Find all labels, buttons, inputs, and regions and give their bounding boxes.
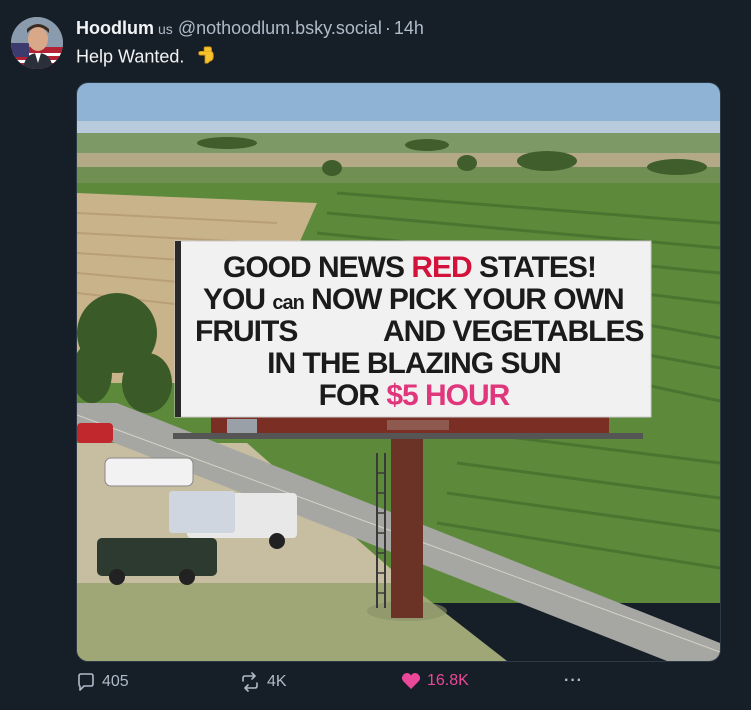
author-display-name[interactable]: Hoodlum <box>76 18 154 38</box>
post-text-content: Help Wanted. <box>76 46 185 67</box>
author-country-badge: us <box>158 21 173 37</box>
post-actions: 405 4K 16.8K ··· <box>76 672 676 698</box>
billboard-red-word: RED <box>411 251 472 284</box>
heart-icon <box>401 673 421 689</box>
reply-button[interactable]: 405 <box>76 672 129 692</box>
reply-count: 405 <box>102 673 129 690</box>
more-options-button[interactable]: ··· <box>564 672 583 690</box>
billboard-line-3-a: FRUITS <box>195 315 298 348</box>
author-handle[interactable]: @nothoodlum.bsky.social <box>178 18 382 38</box>
billboard-text: GOOD NEWS RED STATES! YOU can NOW PICK Y… <box>183 247 645 417</box>
billboard-line-2-b: NOW PICK YOUR OWN <box>311 283 624 316</box>
billboard-line-3-b: AND VEGETABLES <box>383 315 644 348</box>
separator-dot: · <box>384 18 391 38</box>
repost-button[interactable]: 4K <box>239 672 287 692</box>
avatar[interactable] <box>11 17 63 69</box>
billboard-line-5: FOR $5 HOUR <box>183 379 645 412</box>
post-image[interactable]: GOOD NEWS RED STATES! YOU can NOW PICK Y… <box>76 82 721 662</box>
billboard-line-5-a: FOR <box>318 379 380 412</box>
post-text: Help Wanted. <box>76 46 215 69</box>
pointing-down-hand-icon <box>197 46 215 69</box>
like-count: 16.8K <box>427 672 469 689</box>
reply-icon <box>78 673 94 691</box>
billboard-line-1: GOOD NEWS RED STATES! <box>223 251 643 284</box>
more-options-icon: ··· <box>564 672 583 689</box>
billboard-pink-price: $5 HOUR <box>386 379 510 412</box>
billboard-line-2-a: YOU <box>203 283 266 316</box>
post-timestamp[interactable]: 14h <box>394 18 424 38</box>
avatar-portrait-icon <box>11 17 63 69</box>
billboard-line-1-a: GOOD NEWS <box>223 251 405 284</box>
repost-count: 4K <box>267 673 287 690</box>
post[interactable]: Hoodlum us @nothoodlum.bsky.social · 14h He… <box>0 0 751 710</box>
like-button[interactable]: 16.8K <box>401 672 469 690</box>
billboard-line-2-small: can <box>272 292 304 314</box>
billboard-line-3: FRUITS AND VEGETABLES <box>195 315 645 348</box>
billboard-line-4: IN THE BLAZING SUN <box>267 347 562 380</box>
repost-icon <box>242 672 258 692</box>
post-header: Hoodlum us @nothoodlum.bsky.social · 14h <box>76 18 424 39</box>
billboard-line-1-b: STATES! <box>479 251 597 284</box>
